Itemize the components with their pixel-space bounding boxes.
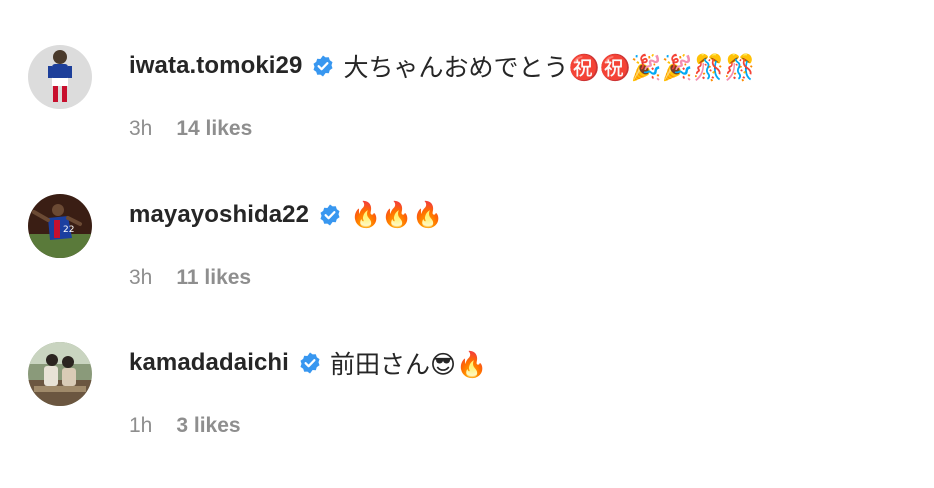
verified-badge-icon — [298, 351, 322, 375]
comment-item: 22 mayayoshida22 🔥🔥🔥 3h 11 likes — [28, 194, 908, 304]
comment-item: iwata.tomoki29 大ちゃんおめでとう㊗️㊗️🎉🎉🎊🎊 3h 14 l… — [28, 45, 908, 155]
avatar-image — [28, 45, 92, 109]
likes-count[interactable]: 11 likes — [176, 266, 251, 290]
comment-time[interactable]: 3h — [129, 117, 152, 141]
comment-time[interactable]: 1h — [129, 414, 152, 438]
avatar[interactable] — [28, 45, 92, 109]
avatar-image — [28, 342, 92, 406]
comment-text: 🔥🔥🔥 — [350, 200, 444, 229]
comment-text: 前田さん😎🔥 — [329, 350, 488, 379]
verified-badge-icon — [318, 203, 342, 227]
avatar-image: 22 — [28, 194, 92, 258]
comment-text: 大ちゃんおめでとう㊗️㊗️🎉🎉🎊🎊 — [343, 53, 756, 82]
svg-text:22: 22 — [63, 225, 74, 235]
likes-count[interactable]: 3 likes — [176, 414, 240, 438]
comment-item: kamadadaichi 前田さん😎🔥 1h 3 likes — [28, 342, 908, 452]
username[interactable]: iwata.tomoki29 — [129, 52, 302, 80]
avatar[interactable] — [28, 342, 92, 406]
likes-count[interactable]: 14 likes — [176, 117, 252, 141]
avatar[interactable]: 22 — [28, 194, 92, 258]
username[interactable]: kamadadaichi — [129, 349, 289, 377]
username[interactable]: mayayoshida22 — [129, 201, 309, 229]
verified-badge-icon — [311, 54, 335, 78]
comment-time[interactable]: 3h — [129, 266, 152, 290]
